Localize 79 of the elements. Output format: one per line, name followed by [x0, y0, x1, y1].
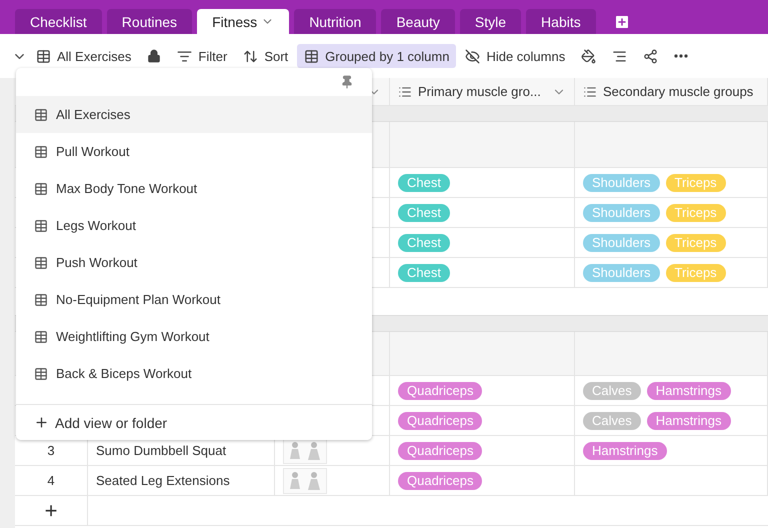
view-item[interactable]: Back & Biceps Workout [16, 355, 372, 392]
muscle-tag: Chest [398, 174, 450, 192]
muscle-tag: Triceps [666, 234, 726, 252]
plus-icon [34, 415, 49, 430]
muscle-tag: Triceps [666, 264, 726, 282]
view-item[interactable]: Legs Workout [16, 207, 372, 244]
tab[interactable]: Fitness [197, 9, 290, 34]
share-icon [643, 48, 658, 64]
view-item[interactable]: Weightlifting Gym Workout [16, 318, 372, 355]
muscle-tag: Chest [398, 234, 450, 252]
table-icon [34, 218, 48, 232]
tab[interactable]: Nutrition [294, 9, 376, 34]
muscle-tag: Chest [398, 204, 450, 222]
view-item[interactable]: All Exercises [16, 96, 372, 133]
muscle-tag: Quadriceps [398, 472, 482, 490]
filter-icon [177, 48, 192, 64]
table-icon [304, 48, 320, 64]
eye-off-icon [465, 48, 480, 64]
add-row-button[interactable]: + [44, 498, 58, 524]
table-icon [34, 292, 48, 306]
exercise-name: Sumo Dumbbell Squat [96, 443, 226, 458]
list-icon [398, 84, 412, 98]
tab[interactable]: Routines [106, 9, 192, 34]
muscle-tag: Quadriceps [398, 442, 482, 460]
view-label: Weightlifting Gym Workout [56, 329, 210, 344]
row-number: 4 [47, 473, 55, 488]
list-icon [583, 84, 597, 98]
muscle-tag: Triceps [666, 174, 726, 192]
hide-columns-button[interactable]: Hide columns [458, 44, 572, 68]
view-button[interactable]: All Exercises [29, 44, 138, 68]
muscle-tag: Quadriceps [398, 382, 482, 400]
paint-bucket-icon [581, 48, 596, 64]
tab[interactable]: Beauty [381, 9, 455, 34]
add-view-button[interactable]: Add view or folder [16, 404, 372, 440]
muscle-tag: Hamstrings [583, 442, 667, 460]
table-icon [34, 108, 48, 122]
muscle-tag: Chest [398, 264, 450, 282]
muscle-tag: Hamstrings [646, 382, 730, 400]
table-icon [34, 182, 48, 196]
sort-icon [243, 48, 258, 64]
muscle-tag: Shoulders [583, 234, 660, 252]
lines-icon [612, 48, 628, 64]
view-label: Max Body Tone Workout [56, 181, 198, 196]
table-icon [34, 144, 48, 158]
view-item[interactable]: No-Equipment Plan Workout [16, 281, 372, 318]
view-item[interactable]: Max Body Tone Workout [16, 170, 372, 207]
muscle-tag: Calves [583, 382, 641, 400]
view-label: Back & Biceps Workout [56, 366, 192, 381]
muscle-tag: Shoulders [583, 204, 660, 222]
muscle-tag: Triceps [666, 204, 726, 222]
table-icon [34, 330, 48, 344]
more-icon [674, 54, 688, 58]
exercise-name: Seated Leg Extensions [96, 473, 230, 488]
table-icon [34, 366, 48, 380]
group-button[interactable]: Grouped by 1 column [297, 44, 456, 68]
pin-icon[interactable] [340, 75, 354, 89]
row-number: 3 [47, 443, 55, 458]
table-icon [34, 256, 48, 270]
view-label: All Exercises [56, 107, 130, 122]
view-item[interactable]: Pull Workout [16, 133, 372, 170]
view-label: No-Equipment Plan Workout [56, 292, 221, 307]
muscle-tag: Calves [583, 412, 641, 430]
tab[interactable]: Style [460, 9, 522, 34]
column-header[interactable]: Primary muscle gro... [418, 84, 541, 99]
muscle-tag: Quadriceps [398, 412, 482, 430]
view-label: Pull Workout [56, 144, 130, 159]
lock-icon [147, 49, 162, 63]
tab[interactable]: Habits [526, 9, 596, 34]
muscle-tag: Hamstrings [646, 412, 730, 430]
tab[interactable]: Checklist [15, 9, 102, 34]
view-label: Legs Workout [56, 218, 136, 233]
view-label: Push Workout [56, 255, 138, 270]
filter-button[interactable]: Filter [170, 44, 234, 68]
view-item[interactable]: Push Workout [16, 244, 372, 281]
table-icon [36, 48, 51, 64]
muscle-tag: Shoulders [583, 174, 660, 192]
muscle-tag: Shoulders [583, 264, 660, 282]
column-header[interactable]: Secondary muscle groups [603, 84, 754, 99]
sort-button[interactable]: Sort [236, 44, 296, 68]
